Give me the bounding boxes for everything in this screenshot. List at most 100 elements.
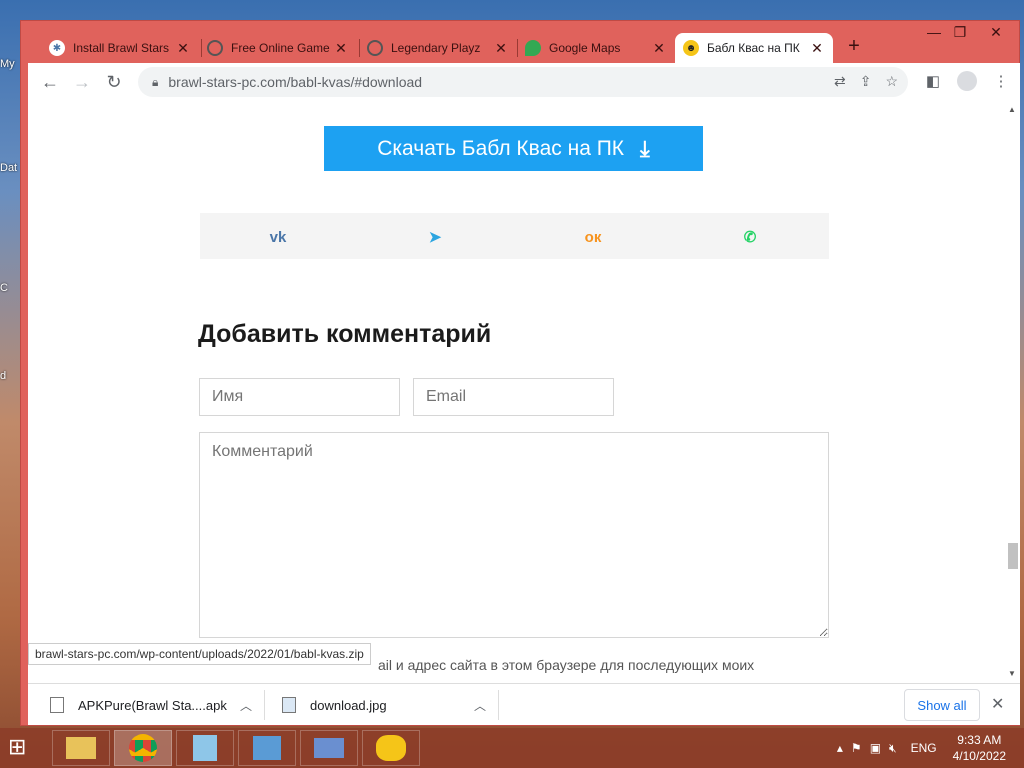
download-button[interactable]: Скачать Бабл Квас на ПК ⤓	[324, 126, 703, 171]
close-icon[interactable]: ✕	[175, 40, 191, 57]
omnibox-actions: ⇄ ⇪ ☆	[834, 73, 898, 90]
download-shelf: APKPure(Brawl Sta....apk ︿ download.jpg …	[28, 683, 1020, 725]
whatsapp-icon[interactable]: ✆	[738, 225, 762, 249]
tab-strip: ✱ Install Brawl Stars ✕ Free Online Game…	[21, 21, 1019, 63]
reload-button[interactable]: ↻	[98, 66, 130, 98]
side-panel-icon[interactable]: ◧	[922, 67, 944, 95]
notepad-app[interactable]	[176, 730, 234, 766]
flag-icon[interactable]: ⚑	[851, 741, 862, 755]
status-bubble: brawl-stars-pc.com/wp-content/uploads/20…	[28, 643, 371, 665]
download-button-label: Скачать Бабл Квас на ПК	[377, 136, 625, 160]
divider	[498, 690, 499, 720]
name-field[interactable]	[199, 378, 400, 416]
clock[interactable]: 9:33 AM 4/10/2022	[953, 732, 1006, 764]
maps-pin-icon	[525, 40, 541, 56]
download-item[interactable]: APKPure(Brawl Sta....apk ︿	[50, 684, 262, 726]
chrome-app[interactable]	[114, 730, 172, 766]
desktop-icon-label[interactable]: d	[0, 370, 22, 382]
arrow-left-icon: ←	[41, 71, 59, 92]
tab-title: Free Online Game	[231, 41, 330, 55]
show-all-button[interactable]: Show all	[904, 689, 980, 721]
tab-title: Legendary Playz	[391, 41, 481, 55]
browser-window: ✱ Install Brawl Stars ✕ Free Online Game…	[20, 20, 1020, 726]
tab-title: Google Maps	[549, 41, 621, 55]
address-bar[interactable]: 🔒︎ brawl-stars-pc.com/babl-kvas/#downloa…	[138, 67, 908, 97]
browser-toolbar: ← → ↻ 🔒︎ brawl-stars-pc.com/babl-kvas/#d…	[28, 63, 1020, 101]
share-icon[interactable]: ⇪	[860, 73, 872, 90]
comment-field[interactable]	[199, 432, 829, 638]
scrollbar-thumb[interactable]	[1008, 543, 1018, 569]
email-field[interactable]	[413, 378, 614, 416]
keyboard-icon	[314, 738, 344, 758]
vk-icon[interactable]: vk	[266, 225, 290, 249]
close-icon[interactable]: ✕	[493, 40, 509, 57]
download-icon: ⤓	[640, 135, 650, 161]
close-window-button[interactable]: ✕	[981, 21, 1011, 45]
brawl-icon: ☻	[683, 40, 699, 56]
back-button[interactable]: ←	[34, 66, 66, 98]
control-panel-icon	[253, 736, 281, 760]
clock-date: 4/10/2022	[952, 749, 1006, 763]
tab-google-maps[interactable]: Google Maps ✕	[517, 33, 675, 63]
tab-title: Бабл Квас на ПК	[707, 41, 800, 55]
bookmark-star-icon[interactable]: ☆	[885, 73, 898, 90]
telegram-icon[interactable]: ➤	[423, 225, 447, 249]
odnoklassniki-icon[interactable]: ок	[581, 225, 605, 249]
maximize-button[interactable]: ❐	[945, 21, 975, 45]
game-app[interactable]	[362, 730, 420, 766]
taskbar: ⊞ ▴ ⚑ ▣ 🔇︎ ENG 9:33 AM 4/10/2022	[0, 728, 1024, 768]
arrow-right-icon: →	[73, 71, 91, 92]
volume-muted-icon[interactable]: 🔇︎	[889, 741, 897, 756]
tab-install-brawl-stars[interactable]: ✱ Install Brawl Stars ✕	[41, 33, 199, 63]
network-icon[interactable]: ▣	[870, 741, 881, 755]
close-icon[interactable]: ✕	[651, 40, 667, 57]
scrollbar[interactable]: ▲ ▼	[1004, 101, 1020, 683]
tab-babl-kvas[interactable]: ☻ Бабл Квас на ПК ✕	[675, 33, 833, 63]
system-tray: ▴ ⚑ ▣ 🔇︎ ENG 9:33 AM 4/10/2022	[837, 728, 1024, 768]
close-icon[interactable]: ✕	[333, 40, 349, 57]
avatar	[957, 71, 977, 91]
consent-text: ail и адрес сайта в этом браузере для по…	[378, 657, 755, 673]
scroll-up-icon[interactable]: ▲	[1008, 105, 1016, 114]
globe-icon	[207, 40, 223, 56]
chevron-up-icon[interactable]: ▴	[837, 741, 843, 755]
chevron-up-icon[interactable]: ︿	[474, 697, 486, 714]
explorer-app[interactable]	[52, 730, 110, 766]
image-file-icon	[282, 697, 296, 713]
close-icon[interactable]: ✕	[809, 40, 825, 57]
folder-icon	[66, 737, 96, 759]
share-bar: vk ➤ ок ✆	[200, 213, 829, 259]
tab-free-online-game[interactable]: Free Online Game ✕	[199, 33, 357, 63]
language-indicator[interactable]: ENG	[911, 741, 937, 755]
url-text: brawl-stars-pc.com/babl-kvas/#download	[168, 74, 423, 90]
start-button[interactable]: ⊞	[8, 734, 38, 762]
translate-icon[interactable]: ⇄	[834, 73, 846, 90]
tab-legendary-playz[interactable]: Legendary Playz ✕	[359, 33, 517, 63]
toolbar-right: ◧ ⋮	[922, 67, 1012, 95]
profile-button[interactable]	[956, 67, 978, 95]
download-item[interactable]: download.jpg ︿	[282, 684, 496, 726]
snowflake-icon: ✱	[49, 40, 65, 56]
scroll-down-icon[interactable]: ▼	[1008, 669, 1016, 678]
menu-kebab-icon[interactable]: ⋮	[990, 67, 1012, 95]
download-item-name: download.jpg	[310, 697, 387, 713]
desktop-icon-label[interactable]: My	[0, 58, 22, 70]
download-item-name: APKPure(Brawl Sta....apk	[78, 697, 227, 713]
comment-heading: Добавить комментарий	[198, 320, 492, 348]
close-icon[interactable]: ✕	[991, 694, 1004, 714]
chrome-icon	[129, 734, 157, 762]
desktop-icon-label[interactable]: Dat	[0, 162, 22, 174]
new-tab-button[interactable]: +	[843, 35, 865, 59]
control-panel-app[interactable]	[238, 730, 296, 766]
file-icon	[50, 697, 64, 713]
tab-title: Install Brawl Stars	[73, 41, 170, 55]
reload-icon: ↻	[106, 71, 122, 92]
chevron-up-icon[interactable]: ︿	[240, 697, 252, 714]
brawl-icon	[376, 735, 406, 761]
globe-icon	[367, 40, 383, 56]
desktop-icon-label[interactable]: C	[0, 282, 22, 294]
divider	[264, 690, 265, 720]
keyboard-app[interactable]	[300, 730, 358, 766]
lock-icon: 🔒︎	[152, 74, 159, 89]
forward-button[interactable]: →	[66, 66, 98, 98]
